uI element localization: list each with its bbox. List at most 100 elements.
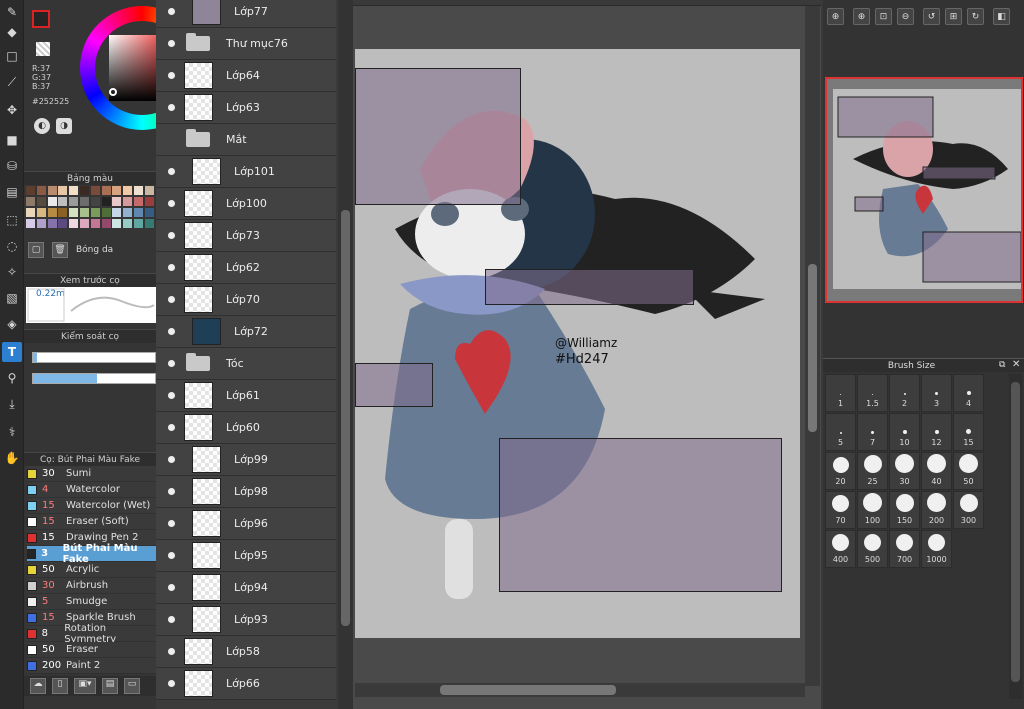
fit-icon[interactable]: ⊡ (875, 8, 892, 25)
rotate-left-icon[interactable]: ↺ (923, 8, 940, 25)
brush-size-option[interactable]: 40 (921, 452, 952, 490)
palette-swatch[interactable] (90, 219, 100, 228)
palette-swatch[interactable] (26, 186, 35, 195)
layer-row[interactable]: Lớp93 (156, 604, 336, 636)
palette-swatch[interactable] (36, 219, 46, 228)
brush-folder-icon[interactable]: ▭ (124, 678, 140, 694)
operation-tool-icon[interactable]: ⚲ (2, 368, 22, 388)
palette-swatch[interactable] (26, 219, 35, 228)
select-eraser-tool-icon[interactable]: ◈ (2, 314, 22, 334)
eraser-tool-icon[interactable]: ◆ (2, 22, 22, 42)
visibility-eye-icon[interactable] (168, 584, 175, 591)
canvas-vscroll[interactable] (805, 6, 820, 686)
brush-density-slider[interactable] (32, 373, 156, 384)
brush-size-option[interactable]: 5 (825, 413, 856, 451)
reset-view-icon[interactable]: ⊞ (945, 8, 962, 25)
visibility-eye-icon[interactable] (168, 424, 175, 431)
palette-swatch[interactable] (101, 208, 111, 217)
brush-size-option[interactable]: 200 (921, 491, 952, 529)
palette-swatch[interactable] (134, 208, 143, 217)
palette-swatch[interactable] (112, 208, 122, 217)
brush-size-option[interactable]: 10 (889, 413, 920, 451)
brush-size-option[interactable]: 20 (825, 452, 856, 490)
close-icon[interactable]: ✕ (1012, 359, 1020, 370)
brush-copy-icon[interactable]: ▣▾ (74, 678, 96, 694)
palette-swatch[interactable] (47, 186, 57, 195)
canvas-hscroll[interactable] (355, 683, 805, 697)
palette-swatch[interactable] (69, 219, 79, 228)
palette-swatch[interactable] (69, 197, 79, 206)
brush-size-option[interactable]: 2 (889, 374, 920, 412)
visibility-eye-icon[interactable] (168, 40, 175, 47)
palette-swatch[interactable] (101, 197, 111, 206)
brush-item[interactable]: 4 Watercolor (27, 482, 156, 498)
brush-item[interactable]: 5 Smudge (27, 594, 156, 610)
layer-row[interactable]: Lớp61 (156, 380, 336, 412)
zoom-out-icon[interactable]: ⊖ (897, 8, 914, 25)
palette-swatch[interactable] (58, 197, 68, 206)
brush-item[interactable]: 30 Airbrush (27, 578, 156, 594)
lasso-tool-icon[interactable]: ◌ (2, 236, 22, 256)
layer-row[interactable]: Lớp72 (156, 316, 336, 348)
brush-size-option[interactable]: 500 (857, 530, 888, 568)
move-tool-icon[interactable]: ✥ (2, 100, 22, 120)
palette-swatch[interactable] (58, 219, 68, 228)
palette-swatch[interactable] (90, 208, 100, 217)
zoom-in-icon[interactable]: ⊕ (827, 8, 844, 25)
palette-swatch[interactable] (80, 219, 89, 228)
palette-swatch[interactable] (112, 197, 122, 206)
visibility-eye-icon[interactable] (168, 232, 175, 239)
visibility-eye-icon[interactable] (168, 360, 175, 367)
palette-swatch[interactable] (47, 197, 57, 206)
layer-row[interactable]: Lớp99 (156, 444, 336, 476)
brush-item[interactable]: 15 Watercolor (Wet) (27, 498, 156, 514)
layer-row[interactable]: Tóc (156, 348, 336, 380)
palette-swatch[interactable] (80, 186, 89, 195)
brush-size-option[interactable]: 1.5 (857, 374, 888, 412)
secondary-color-swatch[interactable] (36, 42, 50, 56)
layer-row[interactable]: Lớp100 (156, 188, 336, 220)
palette-icon[interactable]: ◐ (34, 118, 50, 134)
brush-item[interactable]: 50 Eraser (27, 642, 156, 658)
brush-new-icon[interactable]: ▯ (52, 678, 68, 694)
eyedropper-tool-icon[interactable]: ⚕ (2, 422, 22, 442)
palette-swatch[interactable] (134, 197, 143, 206)
visibility-eye-icon[interactable] (168, 552, 175, 559)
select-pen-tool-icon[interactable]: ▧ (2, 288, 22, 308)
brush-item[interactable]: 15 Eraser (Soft) (27, 514, 156, 530)
line-tool-icon[interactable]: ⟋ (2, 72, 22, 92)
palette-swatch[interactable] (26, 208, 35, 217)
gradient-tool-icon[interactable]: ▤ (2, 182, 22, 202)
visibility-eye-icon[interactable] (168, 520, 175, 527)
palette-swatch[interactable] (69, 208, 79, 217)
zoom-plus-icon[interactable]: ⊕ (853, 8, 870, 25)
visibility-eye-icon[interactable] (168, 168, 175, 175)
palette-swatch[interactable] (101, 219, 111, 228)
brush-size-option[interactable]: 700 (889, 530, 920, 568)
palette-swatch[interactable] (101, 186, 111, 195)
palette-swatch[interactable] (36, 186, 46, 195)
layer-row[interactable]: Lớp94 (156, 572, 336, 604)
hand-tool-icon[interactable]: ✋ (2, 448, 22, 468)
palette-swatch[interactable] (123, 197, 133, 206)
layer-row[interactable]: Lớp64 (156, 60, 336, 92)
palette-swatch[interactable] (47, 208, 57, 217)
popout-icon[interactable]: ⧉ (999, 360, 1005, 370)
visibility-eye-icon[interactable] (168, 648, 175, 655)
visibility-eye-icon[interactable] (168, 264, 175, 271)
brush-doc-icon[interactable]: ▤ (102, 678, 118, 694)
magic-wand-tool-icon[interactable]: ✧ (2, 262, 22, 282)
brush-size-option[interactable]: 12 (921, 413, 952, 451)
palette-swatch[interactable] (144, 186, 154, 195)
trash-icon[interactable]: 🗑 (52, 242, 68, 258)
brush-item[interactable]: 3 Bút Phai Màu Fake (27, 543, 156, 565)
brush-size-option[interactable]: 100 (857, 491, 888, 529)
brush-size-option[interactable]: 3 (921, 374, 952, 412)
palette-swatch[interactable] (47, 219, 57, 228)
brush-size-option[interactable]: 50 (953, 452, 984, 490)
brush-size-option[interactable]: 25 (857, 452, 888, 490)
rectangle-tool-icon[interactable]: □ (2, 46, 22, 66)
brush-size-option[interactable]: 15 (953, 413, 984, 451)
color-wheel[interactable] (80, 6, 156, 130)
palette-swatch[interactable] (36, 208, 46, 217)
